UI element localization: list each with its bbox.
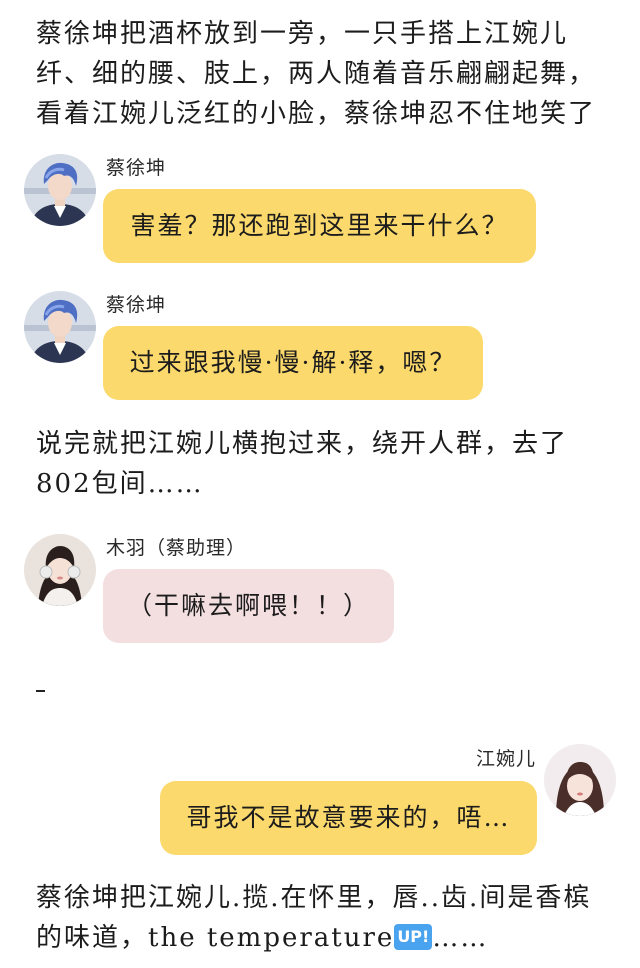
message-bubble[interactable]: 过来跟我慢·慢·解·释，嗯？ xyxy=(103,326,483,400)
sender-name: 蔡徐坤 xyxy=(106,294,167,316)
avatar-mu-yu[interactable] xyxy=(24,534,96,606)
up-badge-icon: UP! xyxy=(394,924,433,950)
narration-text: …… xyxy=(432,923,489,953)
message-text: 哥我不是故意要来的，唔… xyxy=(186,803,511,832)
narration-text: 的味道，the temperature xyxy=(36,923,395,953)
narration-ending: 蔡徐坤把江婉儿.揽.在怀里，唇..齿.间是香槟 的味道，the temperat… xyxy=(36,878,626,958)
girl-with-bangs-icon xyxy=(544,744,616,816)
sender-name: 江婉儿 xyxy=(475,748,536,770)
narration-line: 纤、细的腰、肢上，两人随着音乐翩翩起舞， xyxy=(36,59,597,89)
sender-name: 木羽（蔡助理） xyxy=(106,537,247,559)
sender-name: 蔡徐坤 xyxy=(106,157,167,179)
narration-intro: 蔡徐坤把酒杯放到一旁，一只手搭上江婉儿 纤、细的腰、肢上，两人随着音乐翩翩起舞，… xyxy=(36,14,626,134)
divider-dash xyxy=(36,690,45,692)
narration-line: 看着江婉儿泛红的小脸，蔡徐坤忍不住地笑了 xyxy=(36,99,597,129)
narration-line: 蔡徐坤把酒杯放到一旁，一只手搭上江婉儿 xyxy=(36,19,569,49)
narration-line: 说完就把江婉儿横抱过来，绕开人群，去了 xyxy=(36,429,569,459)
avatar-cai-xukun[interactable] xyxy=(24,154,96,226)
narration-line: 蔡徐坤把江婉儿.揽.在怀里，唇..齿.间是香槟 xyxy=(36,883,592,913)
message-bubble[interactable]: 害羞？那还跑到这里来干什么？ xyxy=(103,189,536,263)
narration-middle: 说完就把江婉儿横抱过来，绕开人群，去了 802包间…… xyxy=(36,424,626,504)
narration-line: 的味道，the temperature UP!…… xyxy=(36,918,626,958)
message-bubble[interactable]: 哥我不是故意要来的，唔… xyxy=(160,781,537,855)
message-text: 过来跟我慢·慢·解·释，嗯？ xyxy=(129,348,457,377)
avatar-cai-xukun[interactable] xyxy=(24,291,96,363)
avatar-jiang-waner[interactable] xyxy=(544,744,616,816)
girl-with-headphones-icon xyxy=(24,534,96,606)
narration-line: 802包间…… xyxy=(36,469,204,499)
blue-hair-boy-icon xyxy=(24,291,96,363)
message-text: （干嘛去啊喂！！） xyxy=(126,591,370,620)
message-bubble[interactable]: （干嘛去啊喂！！） xyxy=(103,569,394,643)
message-text: 害羞？那还跑到这里来干什么？ xyxy=(130,211,509,240)
blue-hair-boy-icon xyxy=(24,154,96,226)
